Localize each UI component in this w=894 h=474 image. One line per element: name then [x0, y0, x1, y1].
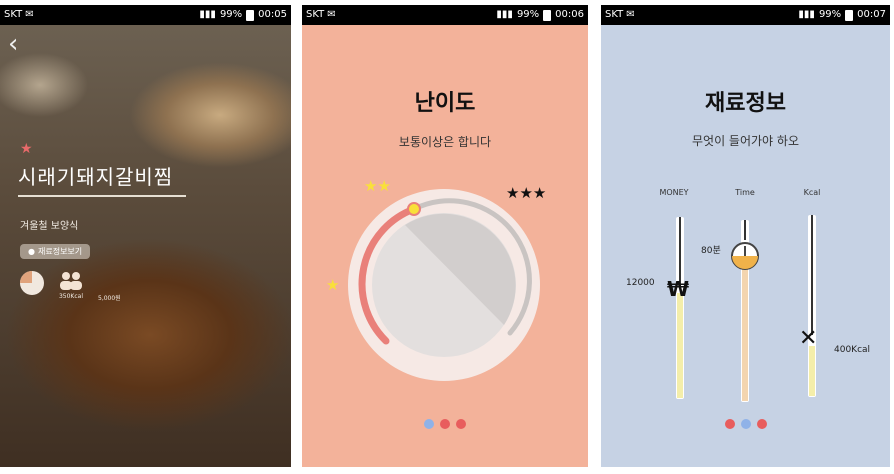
- carrier-label: SKT: [605, 9, 624, 20]
- status-bar: SKT ✉ ▮▮▮ 99% 00:07: [601, 5, 890, 25]
- difficulty-screen: SKT ✉ ▮▮▮ 99% 00:06 난이도 보통이상은 합니다 ★ ★★ ★★…: [302, 5, 588, 467]
- status-bar: SKT ✉ ▮▮▮ 99% 00:05: [0, 5, 291, 25]
- one-star-icon[interactable]: ★: [326, 278, 339, 293]
- time-value: 80분: [701, 246, 721, 256]
- title-divider: [18, 195, 186, 197]
- recipe-title: 시래기돼지갈비찜: [18, 165, 174, 189]
- clock-time: 00:06: [555, 9, 584, 20]
- people-icon: [60, 272, 82, 290]
- page-indicator: [302, 419, 588, 429]
- dial-handle: [407, 202, 421, 216]
- difficulty-subtitle: 보통이상은 합니다: [398, 135, 492, 149]
- battery-icon: [845, 9, 854, 21]
- page-dot-1[interactable]: [424, 419, 434, 429]
- difficulty-title: 난이도: [414, 91, 476, 116]
- ingredient-info-button[interactable]: ● 재료정보보기: [20, 244, 91, 259]
- page-dot-2[interactable]: [440, 419, 450, 429]
- kcal-column-label: Kcal: [803, 188, 821, 197]
- money-slider-track[interactable]: [676, 217, 684, 399]
- notification-icon: ✉: [25, 9, 34, 20]
- ingredient-subtitle: 무엇이 들어가야 하오: [692, 134, 799, 148]
- clock-time: 00:05: [258, 9, 287, 20]
- price-label: 5,000원: [98, 295, 121, 302]
- calorie-label: 350Kcal: [58, 293, 84, 300]
- notification-icon: ✉: [327, 9, 336, 20]
- info-dot-icon: ●: [28, 247, 35, 256]
- ingredient-title: 재료정보: [705, 91, 786, 116]
- signal-icon: ▮▮▮: [798, 9, 815, 20]
- kcal-slider-fill: [809, 346, 815, 396]
- page-indicator: [601, 419, 890, 429]
- signal-icon: ▮▮▮: [199, 9, 216, 20]
- status-bar: SKT ✉ ▮▮▮ 99% 00:06: [302, 5, 588, 25]
- coin-icon: [98, 271, 120, 291]
- ingredient-info-label: 재료정보보기: [37, 247, 83, 256]
- recipe-subtitle: 겨울철 보양식: [20, 221, 79, 232]
- clock-icon[interactable]: [730, 241, 760, 271]
- calorie-stat: 350Kcal: [58, 271, 84, 302]
- price-stat: 5,000원: [98, 271, 121, 302]
- money-column-label: MONEY: [659, 188, 689, 197]
- difficulty-pie-icon: [20, 271, 44, 295]
- recipe-screen: SKT ✉ ▮▮▮ 99% 00:05 ‹ ★ 시래기돼지갈비찜 겨울철 보양식 …: [0, 5, 291, 467]
- time-slider-fill: [742, 251, 748, 401]
- signal-icon: ▮▮▮: [496, 9, 513, 20]
- money-slider-fill: [677, 293, 683, 398]
- utensils-icon[interactable]: ✕: [799, 326, 817, 351]
- carrier-label: SKT: [4, 9, 23, 20]
- carrier-label: SKT: [306, 9, 325, 20]
- page-dot-1[interactable]: [724, 419, 735, 429]
- page-dot-3[interactable]: [756, 419, 767, 429]
- kcal-value: 400Kcal: [834, 345, 871, 355]
- clock-time: 00:07: [857, 9, 886, 20]
- difficulty-stat: [20, 271, 44, 302]
- kcal-slider-track[interactable]: [808, 215, 816, 397]
- ingredient-screen: SKT ✉ ▮▮▮ 99% 00:07 재료정보 무엇이 들어가야 하오 MONE…: [601, 5, 890, 467]
- battery-icon: [246, 9, 255, 21]
- battery-percent: 99%: [219, 9, 243, 20]
- favorite-star-icon[interactable]: ★: [20, 141, 33, 157]
- recipe-stats: 350Kcal 5,000원: [20, 271, 121, 302]
- battery-percent: 99%: [516, 9, 540, 20]
- won-sign-icon[interactable]: ₩: [667, 277, 689, 301]
- page-dot-2[interactable]: [740, 419, 751, 429]
- money-value: 12000: [626, 278, 655, 288]
- back-chevron-icon[interactable]: ‹: [8, 31, 18, 57]
- difficulty-dial[interactable]: [344, 185, 544, 385]
- page-dot-3[interactable]: [456, 419, 466, 429]
- time-column-label: Time: [735, 188, 755, 197]
- notification-icon: ✉: [626, 9, 635, 20]
- battery-percent: 99%: [818, 9, 842, 20]
- battery-icon: [543, 9, 552, 21]
